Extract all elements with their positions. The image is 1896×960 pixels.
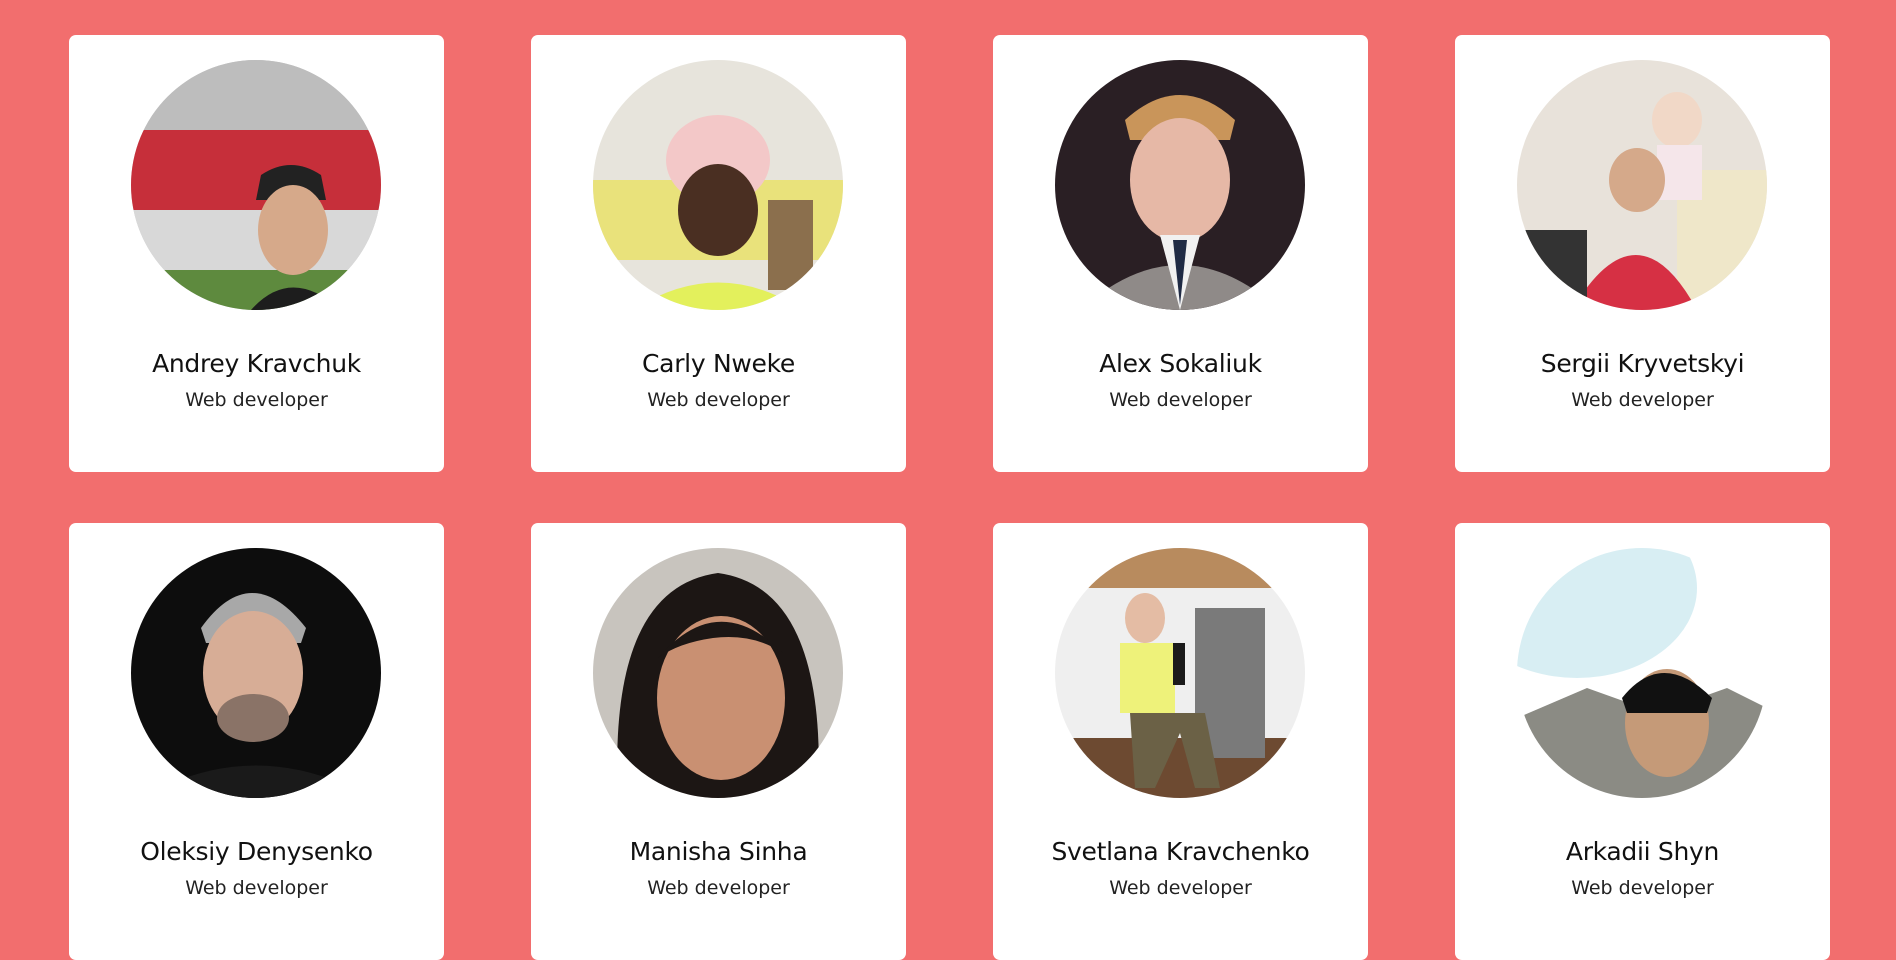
member-name: Andrey Kravchuk xyxy=(152,349,361,378)
avatar-image xyxy=(593,548,843,798)
member-name: Carly Nweke xyxy=(642,349,795,378)
team-member-card: Sergii Kryvetskyi Web developer xyxy=(1455,35,1830,472)
avatar-photo xyxy=(1055,548,1305,798)
member-role: Web developer xyxy=(1109,389,1252,411)
avatar-image xyxy=(131,548,381,798)
member-role: Web developer xyxy=(1571,389,1714,411)
member-role: Web developer xyxy=(647,389,790,411)
avatar-image xyxy=(1517,548,1767,798)
member-name: Arkadii Shyn xyxy=(1565,837,1720,866)
avatar-photo xyxy=(131,548,381,798)
member-role: Web developer xyxy=(647,877,790,899)
member-role: Web developer xyxy=(185,389,328,411)
avatar-photo xyxy=(1517,60,1767,310)
avatar-photo xyxy=(1517,548,1767,798)
team-member-card: Arkadii Shyn Web developer xyxy=(1455,523,1830,960)
member-name: Oleksiy Denysenko xyxy=(140,837,373,866)
team-member-card: Oleksiy Denysenko Web developer xyxy=(69,523,444,960)
avatar-image xyxy=(1517,60,1767,310)
member-role: Web developer xyxy=(1109,877,1252,899)
team-member-card: Alex Sokaliuk Web developer xyxy=(993,35,1368,472)
team-member-card: Carly Nweke Web developer xyxy=(531,35,906,472)
avatar-photo xyxy=(131,60,381,310)
member-name: Svetlana Kravchenko xyxy=(1051,837,1310,866)
avatar-photo xyxy=(1055,60,1305,310)
team-member-card: Svetlana Kravchenko Web developer xyxy=(993,523,1368,960)
avatar-image xyxy=(593,60,843,310)
member-role: Web developer xyxy=(185,877,328,899)
avatar-image xyxy=(131,60,381,310)
avatar-image xyxy=(1055,548,1305,798)
avatar-image xyxy=(1055,60,1305,310)
team-grid: Andrey Kravchuk Web developer Carly Nwek… xyxy=(69,35,1831,960)
team-member-card: Manisha Sinha Web developer xyxy=(531,523,906,960)
member-role: Web developer xyxy=(1571,877,1714,899)
member-name: Alex Sokaliuk xyxy=(1099,349,1262,378)
avatar-photo xyxy=(593,60,843,310)
member-name: Sergii Kryvetskyi xyxy=(1540,349,1745,378)
avatar-photo xyxy=(593,548,843,798)
member-name: Manisha Sinha xyxy=(629,837,808,866)
team-member-card: Andrey Kravchuk Web developer xyxy=(69,35,444,472)
